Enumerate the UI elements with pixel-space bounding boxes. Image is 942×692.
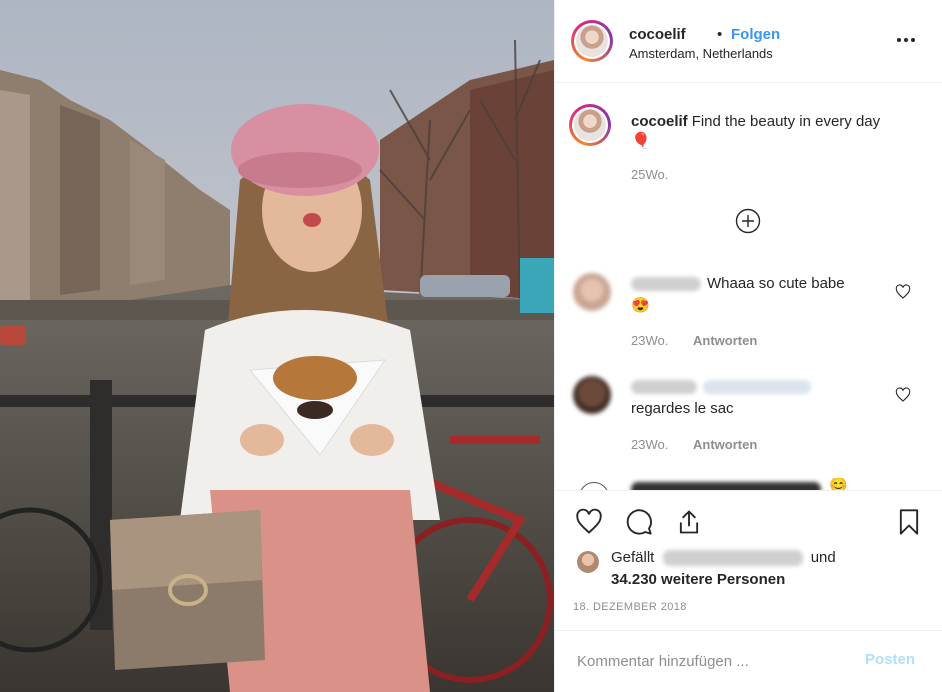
commenter-avatar[interactable] <box>573 376 611 414</box>
blurred-username[interactable] <box>631 277 701 292</box>
likes-count[interactable]: 34.230 weitere Personen <box>611 571 785 588</box>
post-sidebar: cocoelif • Folgen Amsterdam, Netherlands… <box>554 0 942 692</box>
comment: Whaaa so cute babe 😍 <box>631 273 901 317</box>
comment-text: regardes le sac <box>631 400 734 417</box>
add-comment-bar: Posten <box>555 630 942 692</box>
post-date[interactable]: 18. DEZEMBER 2018 <box>573 601 687 613</box>
location-link[interactable]: Amsterdam, Netherlands <box>629 46 773 61</box>
blurred-mention[interactable] <box>703 380 811 395</box>
comment-like-icon[interactable] <box>895 387 911 403</box>
post-comment-button[interactable]: Posten <box>865 651 915 668</box>
caption: cocoelif Find the beauty in every day 🎈 <box>631 112 921 152</box>
reply-button[interactable]: Antworten <box>693 333 757 348</box>
post-header: cocoelif • Folgen Amsterdam, Netherlands <box>555 0 942 83</box>
comment: regardes le sac <box>631 376 901 420</box>
instagram-post: cocoelif • Folgen Amsterdam, Netherlands… <box>0 0 942 692</box>
separator-dot: • <box>717 26 723 43</box>
share-icon[interactable] <box>675 508 703 536</box>
photo-illustration <box>0 0 554 692</box>
action-bar: Gefällt und 34.230 weitere Personen 18. … <box>555 490 942 630</box>
partial-comment: 😊 <box>555 478 942 490</box>
reply-button[interactable]: Antworten <box>693 437 757 452</box>
heart-eyes-emoji: 😍 <box>631 297 650 314</box>
load-more-comments-icon[interactable] <box>735 208 761 234</box>
more-options-icon[interactable] <box>897 30 919 50</box>
story-ring-avatar[interactable] <box>571 20 613 62</box>
follow-button[interactable]: Folgen <box>731 26 780 43</box>
bookmark-icon[interactable] <box>895 508 923 536</box>
post-photo[interactable] <box>0 0 554 692</box>
commenter-avatar[interactable] <box>573 273 611 311</box>
likes-summary: Gefällt und 34.230 weitere Personen <box>611 547 911 591</box>
caption-time[interactable]: 25Wo. <box>631 167 668 182</box>
blurred-username[interactable] <box>631 380 697 395</box>
comment-time[interactable]: 23Wo. <box>631 437 668 452</box>
liker-avatar[interactable] <box>577 551 599 573</box>
comment-input[interactable] <box>575 649 839 673</box>
avatar <box>576 25 608 57</box>
comment-like-icon[interactable] <box>895 284 911 300</box>
author-username[interactable]: cocoelif <box>629 26 686 43</box>
avatar <box>574 109 606 141</box>
blurred-liker-name[interactable] <box>662 550 803 567</box>
caption-text: Find the beauty in every day <box>691 113 881 130</box>
caption-username[interactable]: cocoelif <box>631 113 688 130</box>
heart-icon[interactable] <box>575 508 603 536</box>
commenter-avatar[interactable] <box>579 482 609 490</box>
comment-text: Whaaa so cute babe <box>707 275 845 292</box>
likes-joiner: und <box>810 549 836 566</box>
smile-emoji: 😊 <box>829 478 848 490</box>
caption-avatar[interactable] <box>569 104 611 146</box>
blurred-text <box>631 482 821 490</box>
comment-icon[interactable] <box>625 508 653 536</box>
comment-time[interactable]: 23Wo. <box>631 333 668 348</box>
likes-prefix: Gefällt <box>611 549 655 566</box>
balloon-emoji: 🎈 <box>631 133 651 150</box>
